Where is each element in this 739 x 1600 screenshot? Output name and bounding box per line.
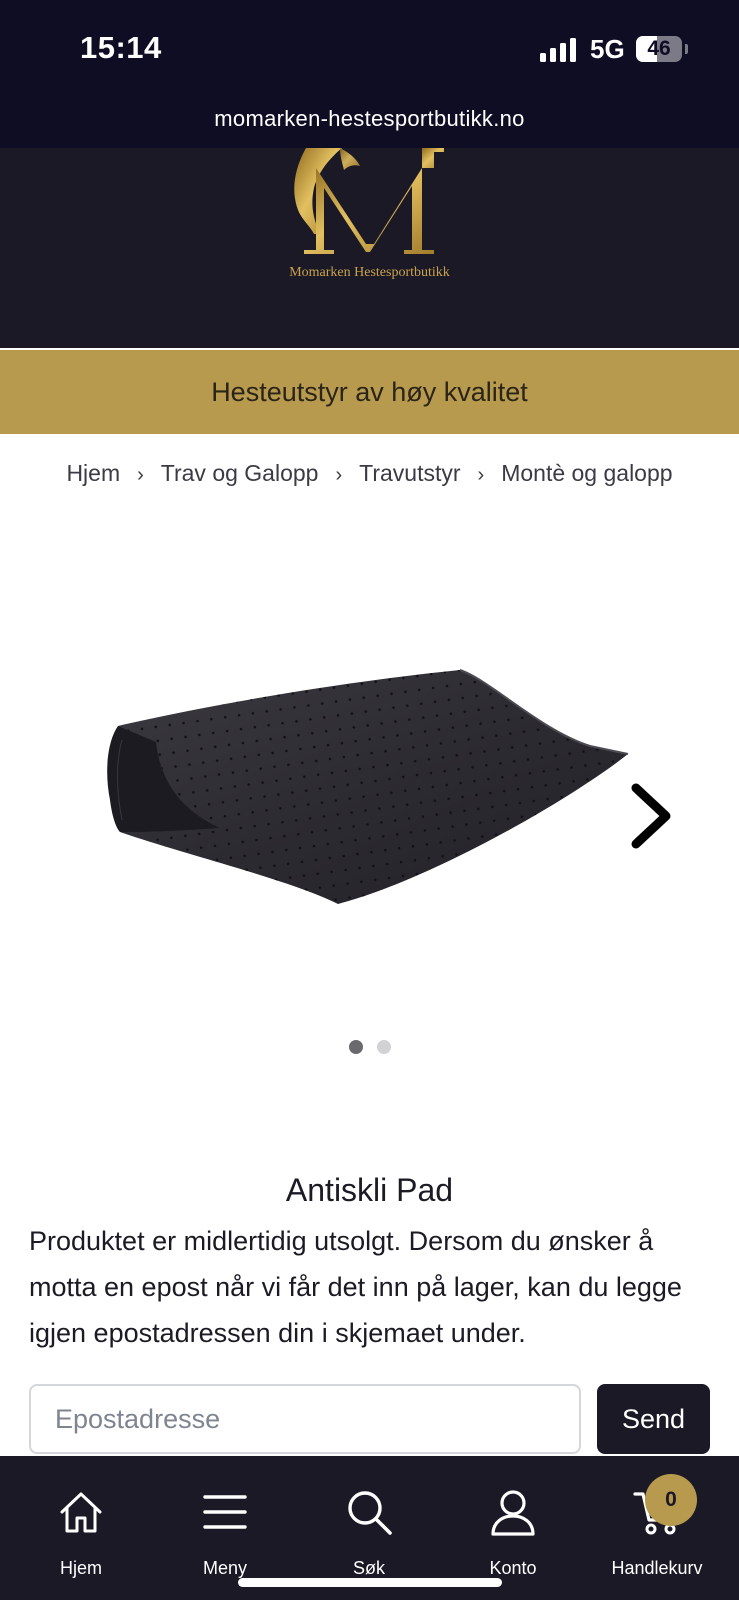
email-field[interactable] [29, 1384, 581, 1454]
home-icon [60, 1492, 102, 1533]
nav-cart[interactable]: 0 Handlekurv [597, 1456, 717, 1586]
nav-search-label: Søk [352, 1558, 385, 1578]
breadcrumb-trav-og-galopp[interactable]: Trav og Galopp [161, 460, 319, 487]
chevron-right-icon: › [335, 464, 343, 486]
logo[interactable] [284, 148, 456, 258]
gallery-dots [0, 1040, 739, 1059]
logo-text: Momarken Hestesportbutikk [289, 265, 450, 280]
tagline: Hesteutstyr av høy kvalitet [211, 377, 528, 407]
network-type: 5G [590, 34, 625, 64]
site-header: Momarken Hestesportbutikk [0, 148, 739, 348]
home-indicator [238, 1578, 502, 1587]
send-button[interactable]: Send [597, 1384, 710, 1454]
gallery-dot[interactable] [348, 1040, 363, 1054]
breadcrumb-monte-og-galopp[interactable]: Montè og galopp [501, 460, 672, 487]
breadcrumb-home[interactable]: Hjem [66, 460, 120, 487]
breadcrumb-travutstyr[interactable]: Travutstyr [359, 460, 460, 487]
breadcrumb: Hjem › Trav og Galopp › Travutstyr › Montè og … [0, 460, 739, 487]
nav-search[interactable]: Søk [309, 1456, 429, 1586]
chevron-right-icon: › [137, 464, 144, 486]
nav-menu-label: Meny [202, 1558, 247, 1578]
out-of-stock-message: Produktet er midlertidig utsolgt. Dersom… [29, 1226, 682, 1348]
user-icon [491, 1490, 535, 1536]
cart-count-badge: 0 [645, 1474, 697, 1526]
menu-icon [203, 1495, 247, 1529]
search-icon [348, 1491, 392, 1535]
product-title: Antiskli Pad [285, 1172, 454, 1208]
nav-menu[interactable]: Meny [165, 1456, 285, 1586]
product-gallery[interactable] [0, 520, 739, 1080]
nav-cart-label: Handlekurv [611, 1558, 703, 1578]
nav-home-label: Hjem [59, 1558, 102, 1578]
chevron-right-icon: › [477, 464, 485, 486]
status-time: 15:14 [80, 30, 162, 65]
url-bar[interactable]: momarken-hestesportbutikk.no [0, 106, 739, 132]
status-bar: 15:14 5G 46 momarken-hestesportbutikk.no [0, 0, 739, 148]
nav-account[interactable]: Konto [453, 1456, 573, 1586]
chevron-right-icon[interactable] [626, 782, 678, 850]
signal-icon [540, 38, 578, 62]
tagline-banner: Hesteutstyr av høy kvalitet [0, 350, 739, 434]
nav-account-label: Konto [489, 1558, 537, 1578]
nav-home[interactable]: Hjem [21, 1456, 141, 1586]
battery-level: 46 [647, 37, 671, 60]
battery-icon: 46 [636, 36, 688, 62]
gallery-dot[interactable] [376, 1040, 391, 1054]
product-image [107, 669, 629, 904]
